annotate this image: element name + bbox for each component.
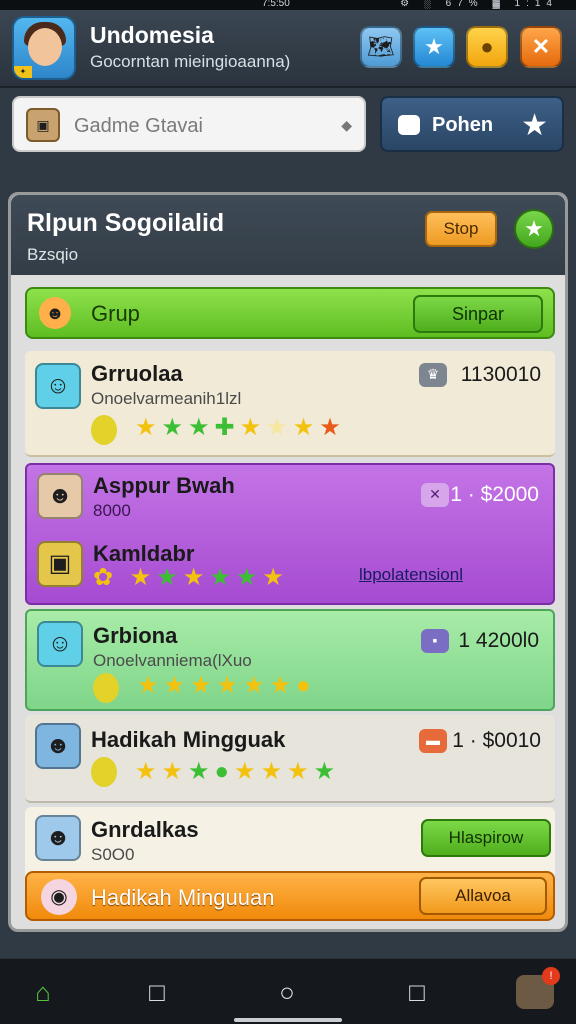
status-icons: ⚙ ░ 67% ▓ 1:14 — [400, 0, 558, 9]
search-input[interactable]: ▣ Gadme Gtavai ◆ — [12, 96, 366, 152]
list-item[interactable]: ☻ Hadikah Mingguak ▬ 1 · $0010 ★★★●★★★★ — [25, 715, 555, 803]
list-item-amount: 1130010 — [460, 363, 541, 386]
list-item-amount: 1 · $2000 — [450, 483, 539, 506]
list-item-subtitle: Onoelvanniema(lXuo — [93, 651, 252, 670]
favorites-button[interactable]: ★ — [413, 26, 455, 68]
phone-icon — [398, 115, 420, 135]
camera-icon: ▣ — [37, 541, 83, 587]
trophy-icon: ♛ — [419, 363, 447, 387]
home-circle-icon[interactable]: ○ — [270, 975, 304, 1009]
list-item-amount: 1 · $0010 — [452, 729, 541, 752]
badge-icon: ✕ — [421, 483, 449, 507]
overview-icon[interactable]: □ — [400, 975, 434, 1009]
navigation-bar: ⌂ □ ○ □ ! — [0, 958, 576, 1024]
leaf-icon — [91, 415, 117, 445]
box-icon: ▣ — [26, 108, 60, 142]
list-item-subtitle: Onoelvarmeanih1lzl — [91, 389, 242, 408]
gift-icon: ▬ — [419, 729, 447, 753]
list-item-name: Gnrdalkas — [91, 817, 199, 842]
list-item[interactable]: ☺ Grruolaa Onoelvarmeanih1lzl ♛ 1130010 … — [25, 351, 555, 457]
list-item-name: Asppur Bwah — [93, 473, 235, 498]
list-item-name: Grbiona — [93, 623, 178, 648]
group-action-button[interactable]: Sinpar — [413, 295, 543, 333]
app-title: Undomesia — [90, 22, 214, 48]
recents-icon[interactable]: □ — [140, 975, 174, 1009]
avatar: ☻ — [35, 723, 81, 769]
close-button[interactable]: ✕ — [520, 26, 562, 68]
group-icon: ☻ — [39, 297, 71, 329]
coin-icon: ● — [480, 34, 494, 59]
group-action-label: Sinpar — [451, 304, 505, 324]
list-item-name: Hadikah Mingguak — [91, 727, 286, 752]
list-item-amount: 1 4200l0 — [458, 629, 539, 652]
list-item-subtitle: 8000 — [93, 501, 131, 520]
search-placeholder: Gadme Gtavai — [74, 115, 203, 137]
home-indicator — [234, 1018, 342, 1022]
panel-title: Rlpun Sogoilalid — [27, 209, 225, 237]
home-icon[interactable]: ⌂ — [26, 975, 60, 1009]
rating-stars: ★★★✚★★★★ — [135, 414, 346, 441]
smiley-icon: ☺ — [37, 621, 83, 667]
close-icon: ✕ — [531, 34, 551, 59]
rating-stars: ★★★●★★★★ — [135, 758, 341, 785]
app-subtitle: Gocorntan mieingioaanna) — [90, 52, 291, 71]
details-link[interactable]: lbpolatensionl — [359, 565, 463, 585]
status-bar: 7:5:50 ⚙ ░ 67% ▓ 1:14 — [0, 0, 576, 10]
status-time: 7:5:50 — [262, 0, 290, 9]
row-action-button[interactable]: Hlaspirow — [421, 819, 551, 857]
favorite-round-button[interactable]: ★ — [514, 209, 554, 249]
stop-button[interactable]: Stop — [425, 211, 497, 247]
avatar-badge-icon: ✦ — [14, 66, 32, 78]
app-header: ✦ Undomesia Gocorntan mieingioaanna) 🗺 ★… — [0, 10, 576, 88]
smiley-icon: ☺ — [35, 363, 81, 409]
star-icon: ★ — [521, 109, 548, 142]
list-item-subtitle: S0O0 — [91, 845, 135, 864]
map-icon: 🗺 — [367, 34, 395, 59]
scroll-shadow-row — [14, 928, 554, 950]
avatar: ☻ — [35, 815, 81, 861]
notification-badge: ! — [542, 967, 560, 985]
panel-subtitle: Bzsqio — [27, 245, 79, 264]
main-panel: Rlpun Sogoilalid Bzsqio Stop ★ ☻ Grup Si… — [8, 192, 568, 932]
app-shortcut-icon[interactable]: ! — [516, 967, 560, 1009]
group-label: Grup — [91, 301, 140, 326]
action-bar-button[interactable]: Allavoa — [419, 877, 547, 915]
action-bar[interactable]: ◉ Hadikah Minguuan Allavoa — [25, 871, 555, 921]
rating-stars: ★★★★★★● — [137, 672, 316, 699]
phone-button-label: Pohen — [432, 114, 494, 136]
panel-header: Rlpun Sogoilalid Bzsqio Stop ★ — [11, 195, 565, 275]
list-item-highlighted[interactable]: ☻ Asppur Bwah 8000 ✕ 1 · $2000 ▣ Kamldab… — [25, 463, 555, 605]
action-bar-button-label: Allavoa — [455, 886, 511, 905]
leaf-icon — [93, 673, 119, 703]
group-bar[interactable]: ☻ Grup Sinpar — [25, 287, 555, 339]
star-icon: ★ — [524, 216, 544, 241]
dropdown-icon[interactable]: ◆ — [341, 117, 352, 134]
list-item[interactable]: ☺ Grbiona Onoelvanniema(lXuo ▪ 1 4200l0 … — [25, 609, 555, 711]
list-item-name: Grruolaa — [91, 361, 183, 386]
avatar: ☻ — [37, 473, 83, 519]
row-action-label: Hlaspirow — [448, 828, 524, 847]
star-icon: ★ — [424, 34, 444, 59]
rating-stars: ✿ ★★★★★★ — [93, 564, 289, 591]
ticket-icon: ▪ — [421, 629, 449, 653]
leaf-icon — [91, 757, 117, 787]
avatar-face — [28, 28, 62, 66]
phone-button[interactable]: Pohen ★ — [380, 96, 564, 152]
app-avatar[interactable]: ✦ — [12, 16, 76, 80]
map-button[interactable]: 🗺 — [360, 26, 402, 68]
cupcake-icon: ◉ — [41, 879, 77, 915]
action-bar-label: Hadikah Minguuan — [91, 885, 275, 910]
coins-button[interactable]: ● — [466, 26, 508, 68]
